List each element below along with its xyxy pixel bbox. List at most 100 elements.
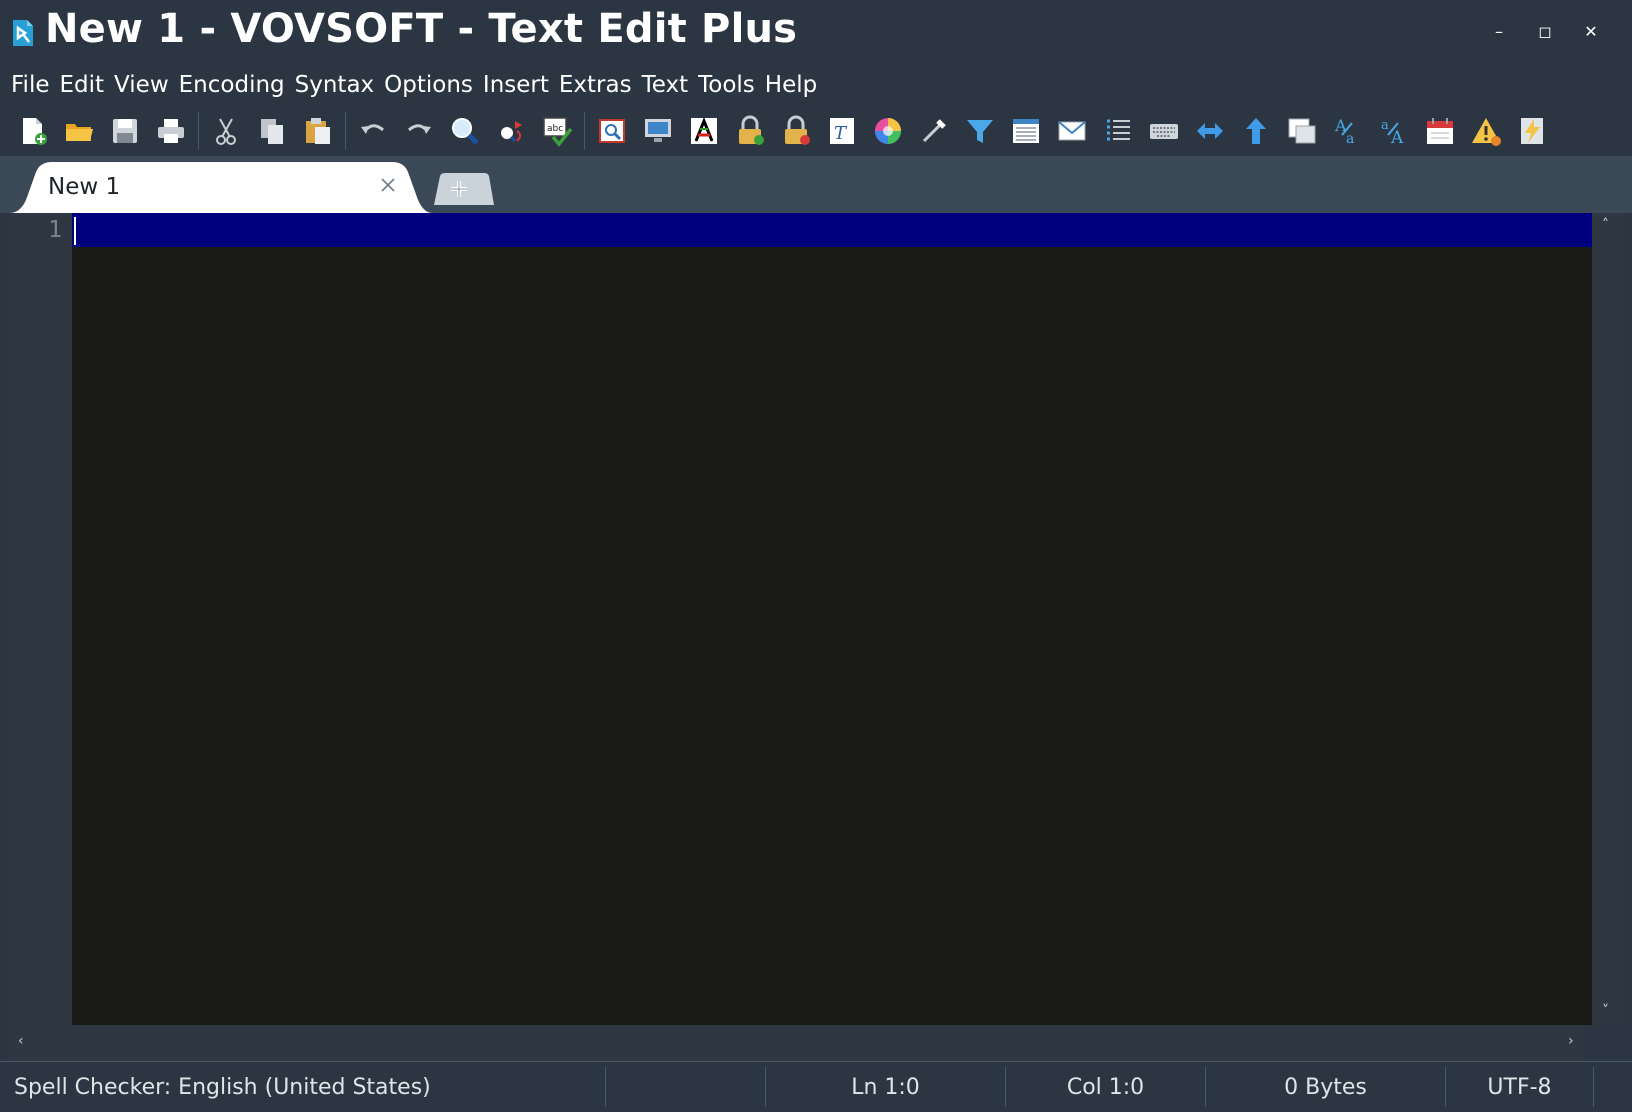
- scroll-down-icon[interactable]: ˅: [1602, 1003, 1609, 1019]
- menu-view[interactable]: View: [109, 72, 174, 98]
- horizontal-scrollbar[interactable]: ‹ ›: [8, 1025, 1584, 1061]
- new-file-icon: [23, 118, 47, 145]
- menu-help[interactable]: Help: [760, 72, 822, 98]
- editor-area: 1 ˄ ˅: [8, 213, 1624, 1025]
- vertical-scrollbar[interactable]: ˄ ˅: [1592, 213, 1624, 1025]
- menu-edit[interactable]: Edit: [55, 72, 110, 98]
- paste-button[interactable]: [295, 108, 341, 154]
- close-icon: [381, 178, 395, 192]
- color-picker-button[interactable]: [865, 108, 911, 154]
- current-line-highlight: [72, 213, 1592, 247]
- app-logo-icon: [13, 20, 33, 46]
- decrypt-lock-icon: [785, 115, 810, 145]
- add-tab-icon: [434, 173, 494, 205]
- monitor-icon: [645, 119, 671, 142]
- keyboard-button[interactable]: [1141, 108, 1187, 154]
- svg-text:a: a: [1381, 118, 1389, 133]
- monitor-button[interactable]: [635, 108, 681, 154]
- character-map-icon: [691, 116, 717, 144]
- status-size: 0 Bytes: [1206, 1067, 1446, 1107]
- new-file-button[interactable]: [10, 108, 56, 154]
- decrypt-button[interactable]: [773, 108, 819, 154]
- window-title: New 1 - VOVSOFT - Text Edit Plus: [45, 6, 798, 52]
- lightning-button[interactable]: [1509, 108, 1555, 154]
- copy-button[interactable]: [249, 108, 295, 154]
- find-icon: [452, 118, 479, 145]
- open-button[interactable]: [56, 108, 102, 154]
- spell-check-button[interactable]: abc: [534, 108, 580, 154]
- menu-syntax[interactable]: Syntax: [290, 72, 380, 98]
- eyedropper-icon: [922, 119, 946, 143]
- tab-label: New 1: [48, 174, 121, 200]
- font-button[interactable]: T: [819, 108, 865, 154]
- preview-icon: [599, 119, 625, 143]
- status-encoding: UTF-8: [1446, 1067, 1594, 1107]
- minimize-icon: –: [1495, 21, 1503, 41]
- color-picker-icon: [875, 118, 901, 144]
- text-editor[interactable]: [72, 213, 1592, 1025]
- font-icon: T: [830, 118, 854, 144]
- maximize-button[interactable]: ◻: [1522, 14, 1568, 48]
- menu-options[interactable]: Options: [379, 72, 478, 98]
- warning-button[interactable]: [1463, 108, 1509, 154]
- undo-button[interactable]: [350, 108, 396, 154]
- warning-icon: [1472, 118, 1501, 146]
- character-map-button[interactable]: [681, 108, 727, 154]
- print-button[interactable]: [148, 108, 194, 154]
- toolbar-separator: [584, 112, 585, 150]
- menu-bar: File Edit View Encoding Syntax Options I…: [0, 64, 1632, 106]
- line-number-gutter: 1: [8, 213, 72, 1025]
- toolbar: abc T Aa a A: [0, 106, 1632, 156]
- upload-button[interactable]: [1233, 108, 1279, 154]
- preview-button[interactable]: [589, 108, 635, 154]
- status-empty: [606, 1067, 766, 1107]
- close-button[interactable]: ✕: [1568, 14, 1614, 48]
- menu-insert[interactable]: Insert: [478, 72, 554, 98]
- tab-close-button[interactable]: [375, 172, 401, 198]
- eyedropper-button[interactable]: [911, 108, 957, 154]
- svg-text:abc: abc: [547, 124, 563, 134]
- menu-extras[interactable]: Extras: [554, 72, 637, 98]
- menu-text[interactable]: Text: [637, 72, 694, 98]
- menu-file[interactable]: File: [6, 72, 55, 98]
- minimize-button[interactable]: –: [1476, 14, 1522, 48]
- save-button[interactable]: [102, 108, 148, 154]
- numbered-list-button[interactable]: [1095, 108, 1141, 154]
- spell-check-icon: abc: [543, 117, 573, 147]
- status-spell-checker: Spell Checker: English (United States): [0, 1067, 606, 1107]
- encrypt-button[interactable]: [727, 108, 773, 154]
- menu-encoding[interactable]: Encoding: [174, 72, 290, 98]
- find-button[interactable]: [442, 108, 488, 154]
- line-number: 1: [48, 217, 62, 243]
- scroll-left-icon[interactable]: ‹: [18, 1033, 24, 1049]
- window-button[interactable]: [1279, 108, 1325, 154]
- status-column: Col 1:0: [1006, 1067, 1206, 1107]
- calendar-icon: [1427, 118, 1453, 144]
- replace-button[interactable]: [488, 108, 534, 154]
- menu-tools[interactable]: Tools: [693, 72, 760, 98]
- uppercase-button[interactable]: Aa: [1325, 108, 1371, 154]
- scroll-right-icon[interactable]: ›: [1568, 1033, 1574, 1049]
- cut-icon: [216, 118, 236, 145]
- undo-icon: [361, 124, 385, 134]
- upload-arrow-icon: [1246, 118, 1266, 144]
- calendar-button[interactable]: [1417, 108, 1463, 154]
- print-icon: [158, 119, 184, 143]
- new-tab-button[interactable]: [430, 172, 494, 206]
- redo-button[interactable]: [396, 108, 442, 154]
- cut-button[interactable]: [203, 108, 249, 154]
- swap-button[interactable]: [1187, 108, 1233, 154]
- list-view-button[interactable]: [1003, 108, 1049, 154]
- scroll-up-icon[interactable]: ˄: [1602, 217, 1609, 233]
- maximize-icon: ◻: [1538, 21, 1552, 41]
- email-button[interactable]: [1049, 108, 1095, 154]
- replace-icon: [501, 121, 522, 143]
- status-bar: Spell Checker: English (United States) L…: [0, 1061, 1632, 1112]
- filter-button[interactable]: [957, 108, 1003, 154]
- text-case-lower-icon: aA: [1381, 118, 1404, 147]
- tab-new-1[interactable]: New 1: [10, 162, 432, 213]
- redo-icon: [407, 124, 431, 134]
- lowercase-button[interactable]: aA: [1371, 108, 1417, 154]
- copy-icon: [261, 119, 283, 144]
- text-caret: [74, 217, 76, 245]
